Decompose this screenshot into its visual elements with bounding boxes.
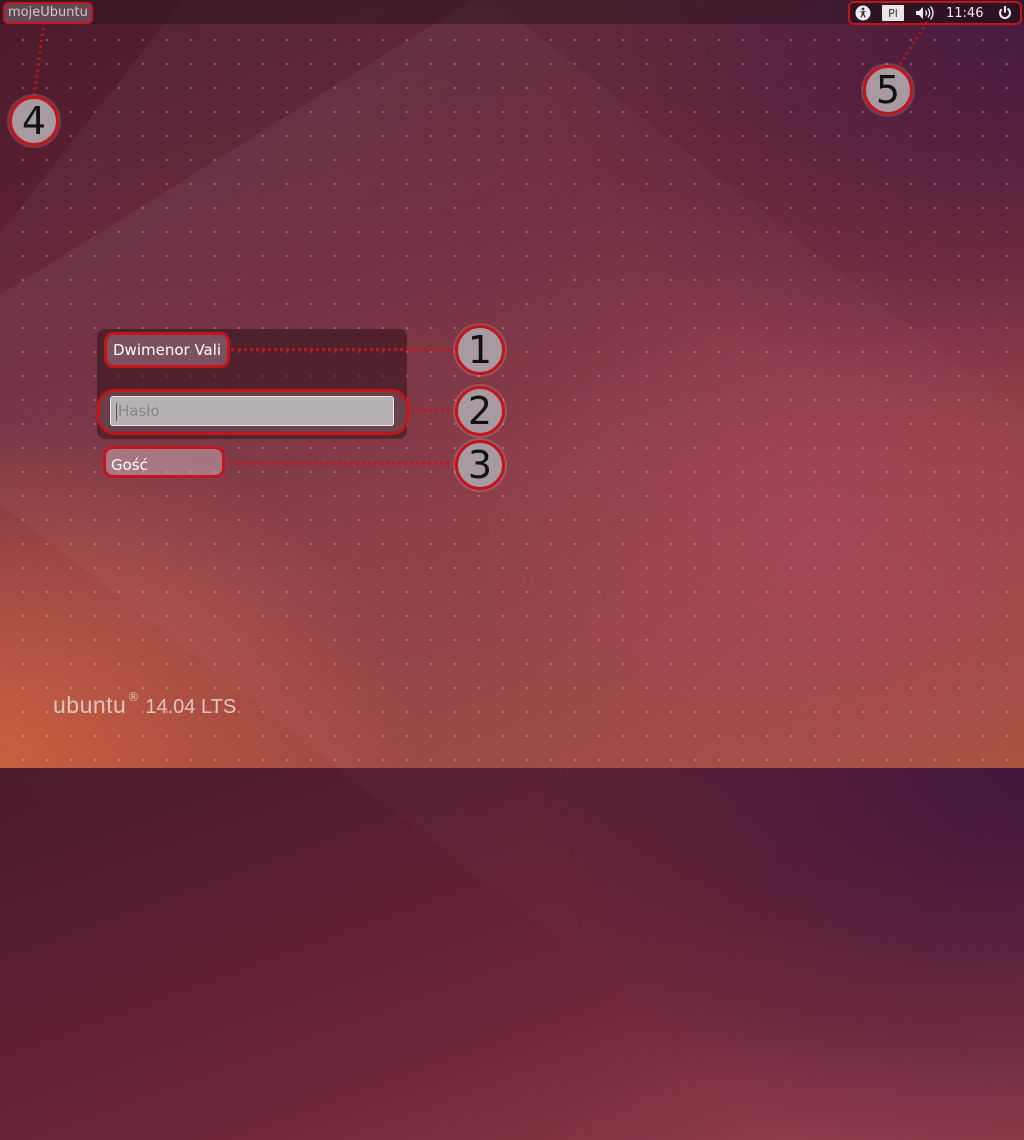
ubuntu-logo: ubuntu ® 14.04 LTS: [53, 690, 237, 719]
ubuntu-wordmark: ubuntu: [53, 692, 127, 718]
callout-2: 2: [455, 386, 505, 436]
callout-1: 1: [455, 325, 505, 375]
version-label: 14.04 LTS: [145, 696, 237, 718]
callout-5: 5: [863, 65, 913, 115]
callout-leaders-diagonal: [32, 21, 929, 97]
callout-3: 3: [455, 440, 505, 490]
circle-of-friends-icon: ®: [127, 690, 140, 704]
callout-4: 4: [9, 96, 59, 146]
